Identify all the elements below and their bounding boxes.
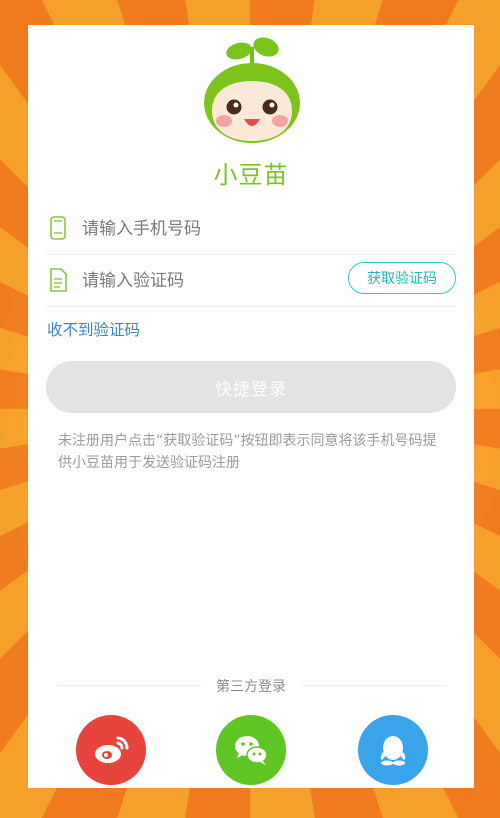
login-card: 小豆苗 获取验证码 收不到验证码 快捷登录 未注册用户点击“获取验证码”按钮即表… bbox=[28, 25, 474, 788]
wechat-login-button[interactable] bbox=[216, 715, 286, 785]
qq-login-button[interactable] bbox=[358, 715, 428, 785]
wechat-icon bbox=[235, 736, 268, 765]
code-row: 获取验证码 bbox=[46, 254, 456, 307]
qq-icon bbox=[380, 736, 406, 766]
quick-login-button[interactable]: 快捷登录 bbox=[46, 361, 456, 413]
no-code-link[interactable]: 收不到验证码 bbox=[47, 318, 140, 340]
document-icon bbox=[50, 268, 67, 292]
third-party-title: 第三方登录 bbox=[201, 676, 301, 696]
weibo-icon bbox=[95, 736, 129, 763]
app-name: 小豆苗 bbox=[213, 161, 289, 189]
phone-row bbox=[46, 202, 456, 255]
app-logo bbox=[204, 37, 300, 143]
code-input[interactable] bbox=[80, 264, 334, 298]
phone-input[interactable] bbox=[80, 212, 334, 246]
phone-icon bbox=[50, 216, 66, 240]
registration-notice: 未注册用户点击“获取验证码”按钮即表示同意将该手机号码提供小豆苗用于发送验证码注… bbox=[58, 433, 437, 471]
get-code-button[interactable]: 获取验证码 bbox=[348, 262, 456, 294]
weibo-login-button[interactable] bbox=[76, 715, 146, 785]
